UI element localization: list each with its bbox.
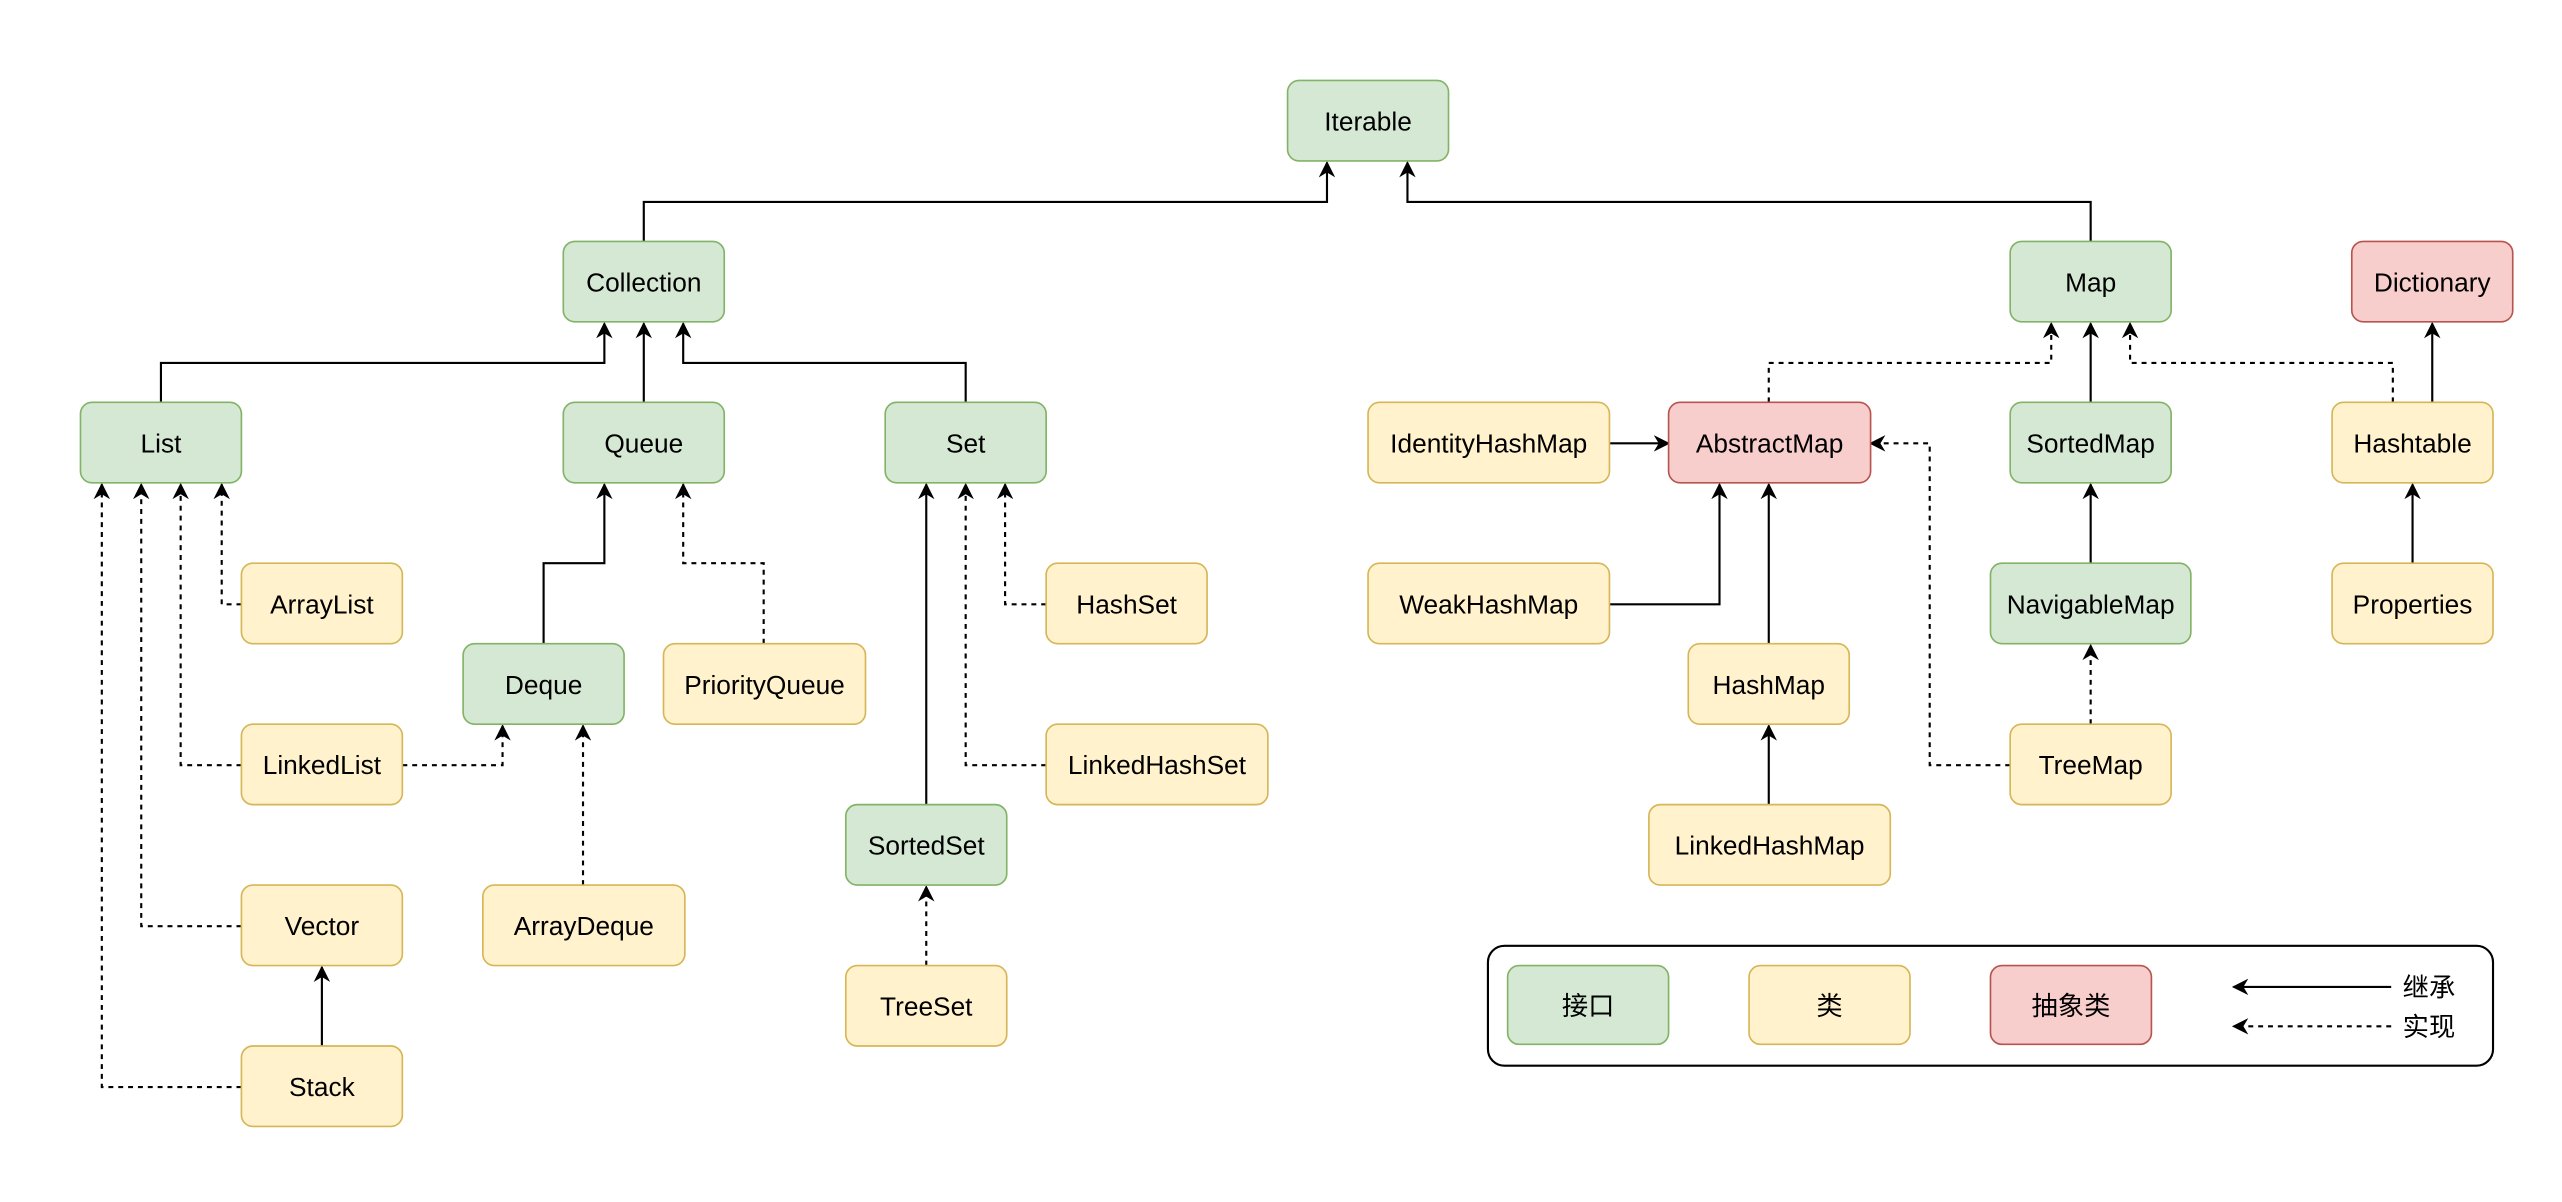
node-hashmap[interactable]: HashMap bbox=[1687, 642, 1851, 725]
node-dictionary[interactable]: Dictionary bbox=[2350, 240, 2514, 323]
legend-implement-label: 实现 bbox=[2403, 1013, 2456, 1043]
edge-set-inherit-collection bbox=[674, 321, 967, 403]
node-label: ArrayDeque bbox=[514, 911, 654, 941]
node-linkedlist[interactable]: LinkedList bbox=[240, 723, 404, 806]
node-list[interactable]: List bbox=[79, 401, 243, 484]
node-label: LinkedHashMap bbox=[1675, 831, 1865, 861]
edge-list-inherit-collection bbox=[159, 321, 613, 403]
edge-arraylist-implement-list bbox=[213, 482, 242, 606]
node-label: AbstractMap bbox=[1696, 428, 1843, 458]
node-label: LinkedList bbox=[263, 750, 382, 780]
edge-hashset-implement-set bbox=[996, 482, 1047, 606]
node-label: Hashtable bbox=[2353, 428, 2471, 458]
edge-weakhashmap-inherit-abstractmap bbox=[1609, 482, 1728, 606]
node-label: HashSet bbox=[1076, 589, 1177, 619]
node-stack[interactable]: Stack bbox=[240, 1045, 404, 1128]
node-label: ArrayList bbox=[270, 589, 374, 619]
legend-inherit-label: 继承 bbox=[2403, 974, 2456, 1004]
node-abstractmap[interactable]: AbstractMap bbox=[1667, 401, 1872, 484]
node-linkedhashmap[interactable]: LinkedHashMap bbox=[1648, 803, 1892, 886]
node-properties[interactable]: Properties bbox=[2331, 562, 2494, 645]
node-label: HashMap bbox=[1713, 670, 1825, 700]
node-treeset[interactable]: TreeSet bbox=[844, 964, 1008, 1047]
node-iterable[interactable]: Iterable bbox=[1286, 79, 1450, 162]
edge-linkedlist-implement-list bbox=[172, 482, 242, 767]
node-hashtable[interactable]: Hashtable bbox=[2331, 401, 2494, 484]
edge-map-inherit-iterable bbox=[1399, 160, 2092, 242]
node-arraylist[interactable]: ArrayList bbox=[240, 562, 404, 645]
node-vector[interactable]: Vector bbox=[240, 884, 404, 967]
node-collection[interactable]: Collection bbox=[562, 240, 726, 323]
node-priorityqueue[interactable]: PriorityQueue bbox=[662, 642, 867, 725]
legend: 接口 类 抽象类 继承 实现 bbox=[1486, 944, 2495, 1067]
node-label: Map bbox=[2065, 267, 2116, 297]
node-label: PriorityQueue bbox=[684, 670, 845, 700]
node-deque[interactable]: Deque bbox=[462, 642, 625, 725]
node-label: Iterable bbox=[1324, 107, 1412, 137]
legend-abstract-label: 抽象类 bbox=[2032, 992, 2111, 1022]
edge-hashtable-implement-map bbox=[2121, 321, 2394, 403]
node-label: NavigableMap bbox=[2007, 589, 2175, 619]
node-label: WeakHashMap bbox=[1399, 589, 1578, 619]
legend-class-label: 类 bbox=[1816, 992, 1842, 1022]
node-label: TreeSet bbox=[880, 992, 973, 1022]
node-treemap[interactable]: TreeMap bbox=[2009, 723, 2172, 806]
edge-linkedlist-implement-deque bbox=[402, 724, 511, 767]
edge-deque-inherit-queue bbox=[542, 482, 613, 644]
node-linkedhashset[interactable]: LinkedHashSet bbox=[1045, 723, 1269, 806]
node-set[interactable]: Set bbox=[884, 401, 1047, 484]
node-label: Collection bbox=[586, 267, 701, 297]
node-label: Dictionary bbox=[2374, 267, 2492, 297]
edge-priorityqueue-implement-queue bbox=[674, 482, 765, 644]
node-label: TreeMap bbox=[2039, 750, 2143, 780]
legend-interface-label: 接口 bbox=[1562, 992, 1615, 1022]
node-map[interactable]: Map bbox=[2009, 240, 2172, 323]
node-queue[interactable]: Queue bbox=[562, 401, 726, 484]
edge-treemap-implement-abstractmap bbox=[1868, 435, 2011, 767]
node-identityhashmap[interactable]: IdentityHashMap bbox=[1367, 401, 1611, 484]
node-sortedset[interactable]: SortedSet bbox=[844, 803, 1008, 886]
edge-stack-implement-list bbox=[93, 482, 242, 1089]
edge-abstractmap-implement-map bbox=[1767, 321, 2060, 403]
node-label: Vector bbox=[285, 911, 360, 941]
edge-vector-implement-list bbox=[133, 482, 242, 928]
node-label: Deque bbox=[505, 670, 582, 700]
node-label: Properties bbox=[2353, 589, 2473, 619]
node-label: Queue bbox=[604, 428, 683, 458]
node-arraydeque[interactable]: ArrayDeque bbox=[482, 884, 686, 967]
node-label: List bbox=[141, 428, 183, 458]
class-hierarchy-diagram: Iterable Collection Map Dictionary List Queue… bbox=[79, 79, 2514, 1128]
node-hashset[interactable]: HashSet bbox=[1045, 562, 1208, 645]
edge-collection-inherit-iterable bbox=[642, 160, 1336, 242]
node-weakhashmap[interactable]: WeakHashMap bbox=[1367, 562, 1611, 645]
node-label: Set bbox=[946, 428, 986, 458]
node-label: LinkedHashSet bbox=[1068, 750, 1247, 780]
node-navigablemap[interactable]: NavigableMap bbox=[1989, 562, 2192, 645]
node-label: SortedSet bbox=[868, 831, 986, 861]
node-label: IdentityHashMap bbox=[1390, 428, 1587, 458]
node-sortedmap[interactable]: SortedMap bbox=[2009, 401, 2172, 484]
node-label: Stack bbox=[289, 1072, 356, 1102]
node-label: SortedMap bbox=[2026, 428, 2154, 458]
